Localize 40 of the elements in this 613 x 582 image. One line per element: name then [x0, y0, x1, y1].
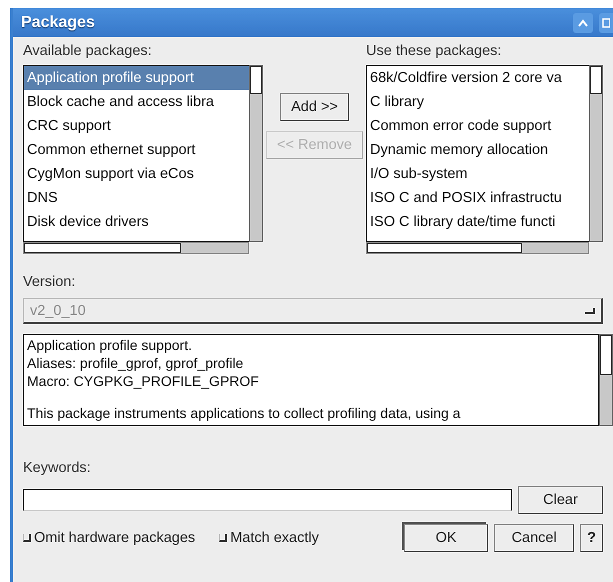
- vertical-scrollbar[interactable]: [589, 65, 603, 242]
- help-button[interactable]: ?: [580, 524, 603, 552]
- package-item[interactable]: Block cache and access libra: [24, 90, 249, 114]
- option-checkbox[interactable]: Omit hardware packages: [23, 530, 196, 546]
- vertical-scrollbar[interactable]: [599, 334, 613, 426]
- package-item[interactable]: Application profile support: [24, 66, 249, 90]
- package-item[interactable]: 68k/Coldfire version 2 core va: [367, 66, 589, 90]
- package-item[interactable]: ISO C library date/time functi: [367, 210, 589, 234]
- option-checkbox[interactable]: Match exactly: [219, 530, 319, 546]
- package-item[interactable]: C library: [367, 90, 589, 114]
- package-item[interactable]: DNS: [24, 186, 249, 210]
- package-item[interactable]: Common ethernet support: [24, 138, 249, 162]
- package-item[interactable]: Disk device drivers: [24, 210, 249, 234]
- version-label: Version:: [23, 274, 76, 290]
- horizontal-scrollbar[interactable]: [23, 242, 249, 254]
- description-line: Aliases: profile_gprof, gprof_profile: [27, 354, 244, 372]
- package-item[interactable]: I/O sub-system: [367, 162, 589, 186]
- used-label: Use these packages:: [366, 43, 502, 59]
- description-paragraph: This package instruments applications to collect profiling data, using a: [27, 404, 462, 422]
- maximize-button[interactable]: [599, 12, 613, 32]
- caret-up-icon: [578, 18, 588, 26]
- package-item[interactable]: CygMon support via eCos: [24, 162, 249, 186]
- package-item[interactable]: ISO C and POSIX infrastructu: [367, 186, 589, 210]
- available-label: Available packages:: [23, 43, 153, 59]
- vertical-scrollbar[interactable]: [249, 65, 263, 242]
- keywords-label: Keywords:: [23, 460, 92, 476]
- package-item[interactable]: CRC support: [24, 114, 249, 138]
- keywords-field[interactable]: [23, 489, 512, 511]
- package-item[interactable]: Common error code support: [367, 114, 589, 138]
- dropdown-icon: [585, 308, 595, 314]
- clear-button[interactable]: Clear: [518, 486, 603, 514]
- collapse-button[interactable]: [573, 12, 593, 32]
- cancel-button[interactable]: Cancel: [494, 524, 574, 552]
- description-line: Macro: CYGPKG_PROFILE_GPROF: [27, 372, 260, 390]
- ok-button[interactable]: OK: [404, 524, 488, 552]
- description-line: Application profile support.: [27, 336, 193, 354]
- package-item[interactable]: Dynamic memory allocation: [367, 138, 589, 162]
- window-title: Packages: [21, 14, 96, 32]
- add-button[interactable]: Add >>: [280, 93, 349, 121]
- horizontal-scrollbar[interactable]: [366, 242, 589, 254]
